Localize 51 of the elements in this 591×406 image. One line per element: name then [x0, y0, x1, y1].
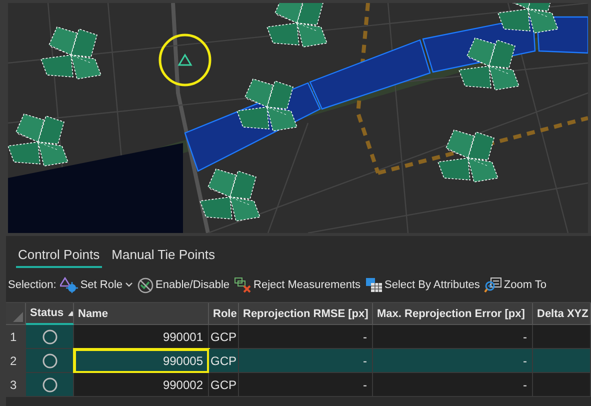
toolbar-button[interactable]: Zoom To — [484, 277, 546, 293]
table-cell: - — [373, 325, 533, 349]
table-select-icon — [364, 277, 383, 293]
panel-tab[interactable]: Control Points — [16, 246, 102, 268]
column-header[interactable]: Status — [26, 303, 74, 325]
triangle-crosshair-icon — [60, 277, 78, 293]
image-footprint-drawing — [8, 114, 69, 166]
table-cell: - — [373, 349, 533, 373]
table-cell: - — [239, 349, 373, 373]
table-cell — [533, 325, 591, 349]
check-slash-icon — [136, 276, 154, 294]
row-header[interactable]: 1 — [6, 325, 26, 349]
image-footprint-drawing — [199, 168, 261, 222]
toolbar-button[interactable]: Select By Attributes — [364, 277, 480, 293]
selection-label: Selection: — [8, 279, 56, 291]
row-header[interactable]: 3 — [6, 373, 26, 397]
caret-icon — [124, 282, 133, 288]
zoom-table-icon — [484, 277, 502, 293]
table-cell: - — [373, 373, 533, 397]
highlight-circle — [158, 34, 212, 86]
table-cell: 990002 — [74, 373, 209, 397]
image-footprint-drawing — [437, 130, 499, 182]
row-header[interactable]: 2 — [6, 349, 26, 373]
panel-tab[interactable]: Manual Tie Points — [110, 246, 217, 268]
table-cell: GCP — [209, 349, 239, 373]
status-circle-icon — [42, 352, 58, 368]
image-footprint-drawing — [40, 26, 102, 80]
reject-points-icon — [234, 277, 252, 293]
table-cell: - — [239, 325, 373, 349]
toolbar-button[interactable]: Enable/Disable — [136, 276, 230, 294]
table-cell: 990001 — [74, 325, 209, 349]
status-circle-icon — [42, 376, 58, 392]
column-header[interactable]: Reprojection RMSE [px] — [239, 303, 373, 325]
table-cell: 990005 — [74, 349, 209, 373]
image-footprint-drawing — [266, 3, 328, 48]
image-footprint-drawing — [458, 38, 520, 90]
table-cell: GCP — [209, 325, 239, 349]
toolbar-button[interactable]: Set Role — [60, 277, 133, 293]
column-header[interactable]: Role — [209, 303, 239, 325]
status-circle-icon — [42, 328, 58, 344]
column-header[interactable]: Name — [74, 303, 209, 325]
column-header[interactable]: Delta XYZ — [533, 303, 591, 325]
table-cell: - — [239, 373, 373, 397]
image-footprint-drawing — [497, 3, 559, 34]
table-cell: GCP — [209, 373, 239, 397]
select-all-corner-icon[interactable] — [13, 312, 23, 322]
toolbar-button[interactable]: Reject Measurements — [234, 277, 361, 293]
table-cell — [533, 349, 591, 373]
image-footprint-drawing — [236, 78, 298, 132]
column-header[interactable]: Max. Reprojection Error [px] — [373, 303, 533, 325]
control-point-icon — [178, 54, 192, 66]
